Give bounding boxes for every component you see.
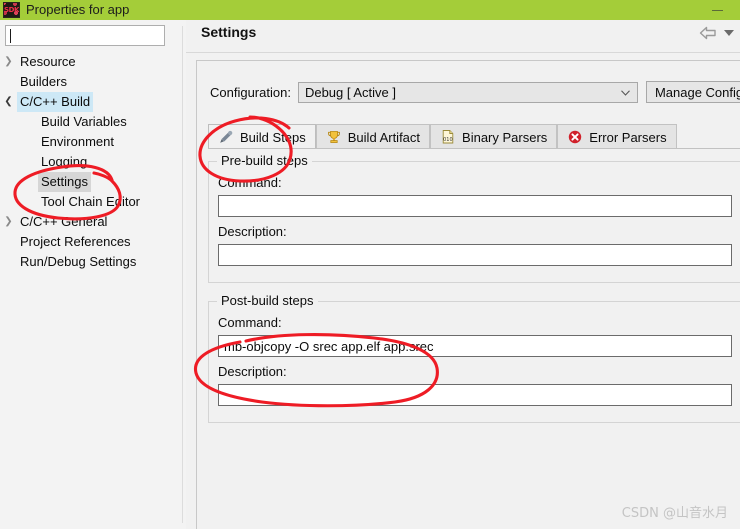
pre-build-steps-group: Pre-build steps Command: Description: [208,153,740,283]
tab-label: Build Steps [240,129,306,145]
manage-configurations-button[interactable]: Manage Configu [645,81,740,103]
post-build-steps-group: Post-build steps Command: mb-objcopy -O … [208,293,740,423]
header-divider [186,52,740,53]
tree-spacer: ❯ [0,77,17,87]
watermark: CSDN @山音水月 [621,506,728,521]
configuration-select[interactable]: Debug [ Active ] [297,81,638,103]
tab-build-steps[interactable]: Build Steps [208,124,316,149]
post-build-command-label: Command: [218,315,282,330]
text-caret [10,29,11,43]
tree-spacer: ❯ [0,117,38,127]
chevron-down-icon[interactable] [724,30,734,36]
sdk-icon: SDK [3,2,20,18]
tab-label: Error Parsers [589,129,667,145]
sidebar-item-label: Resource [20,54,76,69]
sidebar-item-cpp-general[interactable]: ❯ C/C++ General [0,212,179,232]
tab-binary-parsers[interactable]: 010 Binary Parsers [430,124,558,149]
sidebar-item-label: Logging [41,154,88,169]
sidebar-item-resource[interactable]: ❯ Resource [0,52,179,72]
filter-input-wrapper[interactable] [5,25,165,46]
chevron-right-icon[interactable]: ❯ [0,57,17,67]
pre-build-command-input[interactable] [218,195,732,217]
sidebar-item-tool-chain-editor[interactable]: ❯ Tool Chain Editor [0,192,179,212]
tab-error-parsers[interactable]: Error Parsers [557,124,677,149]
settings-sidebar: ❯ Resource ❯ Builders ❮ C/C++ Build ❯ Bu… [0,20,179,529]
filter-input[interactable] [5,25,165,46]
post-build-description-label: Description: [218,364,287,379]
tab-label: Build Artifact [347,129,421,145]
tree-spacer: ❯ [0,197,38,207]
configuration-selected-value: Debug [ Active ] [304,84,397,100]
page-header: Settings [186,20,740,52]
sidebar-item-label: Settings [38,172,91,192]
post-build-command-input[interactable]: mb-objcopy -O srec app.elf app.srec [218,335,732,357]
pre-build-steps-legend: Pre-build steps [217,153,312,168]
chevron-down-icon[interactable] [621,89,630,96]
tab-build-artifact[interactable]: Build Artifact [315,124,431,149]
sidebar-item-label: C/C++ Build [17,92,94,112]
pre-build-command-label: Command: [218,175,282,190]
sidebar-item-builders[interactable]: ❯ Builders [0,72,179,92]
settings-tabs: Build Steps Build Artifact 010 Binary Pa… [208,124,727,149]
tabs-underline [208,148,740,149]
sidebar-item-logging[interactable]: ❯ Logging [0,152,179,172]
sidebar-item-label: Tool Chain Editor [41,194,140,209]
post-build-steps-legend: Post-build steps [217,293,318,308]
sidebar-item-settings[interactable]: ❯ Settings [0,172,179,192]
sidebar-item-label: Build Variables [41,114,127,129]
sidebar-item-cpp-build[interactable]: ❮ C/C++ Build [0,92,179,112]
settings-content: Configuration: Debug [ Active ] Manage C… [196,60,740,529]
tree-spacer: ❯ [0,257,17,267]
error-circle-icon [567,129,583,145]
svg-text:010: 010 [443,137,453,143]
sidebar-item-label: Project References [20,234,131,249]
page-header-actions [699,26,734,40]
tab-label: Binary Parsers [462,129,548,145]
chevron-down-icon[interactable]: ❮ [0,97,17,107]
page-title: Settings [201,24,257,40]
sidebar-item-run-debug-settings[interactable]: ❯ Run/Debug Settings [0,252,179,272]
minimize-button[interactable] [702,0,732,20]
sidebar-item-project-references[interactable]: ❯ Project References [0,232,179,252]
settings-main-panel: Settings Configuration: Debug [ Active ] [186,20,740,529]
chevron-right-icon[interactable]: ❯ [0,217,17,227]
sidebar-item-label: Environment [41,134,114,149]
back-arrow-icon[interactable] [699,26,717,40]
tree-spacer: ❯ [0,137,38,147]
tree-spacer: ❯ [0,177,38,187]
build-steps-icon [218,129,234,145]
settings-tree: ❯ Resource ❯ Builders ❮ C/C++ Build ❯ Bu… [0,52,179,272]
post-build-command-value: mb-objcopy -O srec app.elf app.srec [224,338,434,354]
binary-file-icon: 010 [440,129,456,145]
properties-dialog: SDK Properties for app ❯ Resource ❯ Buil… [0,0,740,529]
sidebar-item-environment[interactable]: ❯ Environment [0,132,179,152]
configuration-row: Configuration: Debug [ Active ] Manage C… [210,81,740,103]
post-build-description-input[interactable] [218,384,732,406]
sidebar-item-label: Run/Debug Settings [20,254,137,269]
sidebar-item-build-variables[interactable]: ❯ Build Variables [0,112,179,132]
sidebar-item-label: C/C++ General [20,214,108,229]
pre-build-description-label: Description: [218,224,287,239]
pre-build-description-input[interactable] [218,244,732,266]
tree-spacer: ❯ [0,237,17,247]
trophy-icon [326,129,342,145]
panel-divider[interactable] [179,20,186,529]
sidebar-item-label: Builders [20,74,67,89]
window-titlebar: SDK Properties for app [0,0,740,20]
tree-spacer: ❯ [0,157,38,167]
configuration-label: Configuration: [210,84,291,100]
window-title: Properties for app [26,2,130,17]
